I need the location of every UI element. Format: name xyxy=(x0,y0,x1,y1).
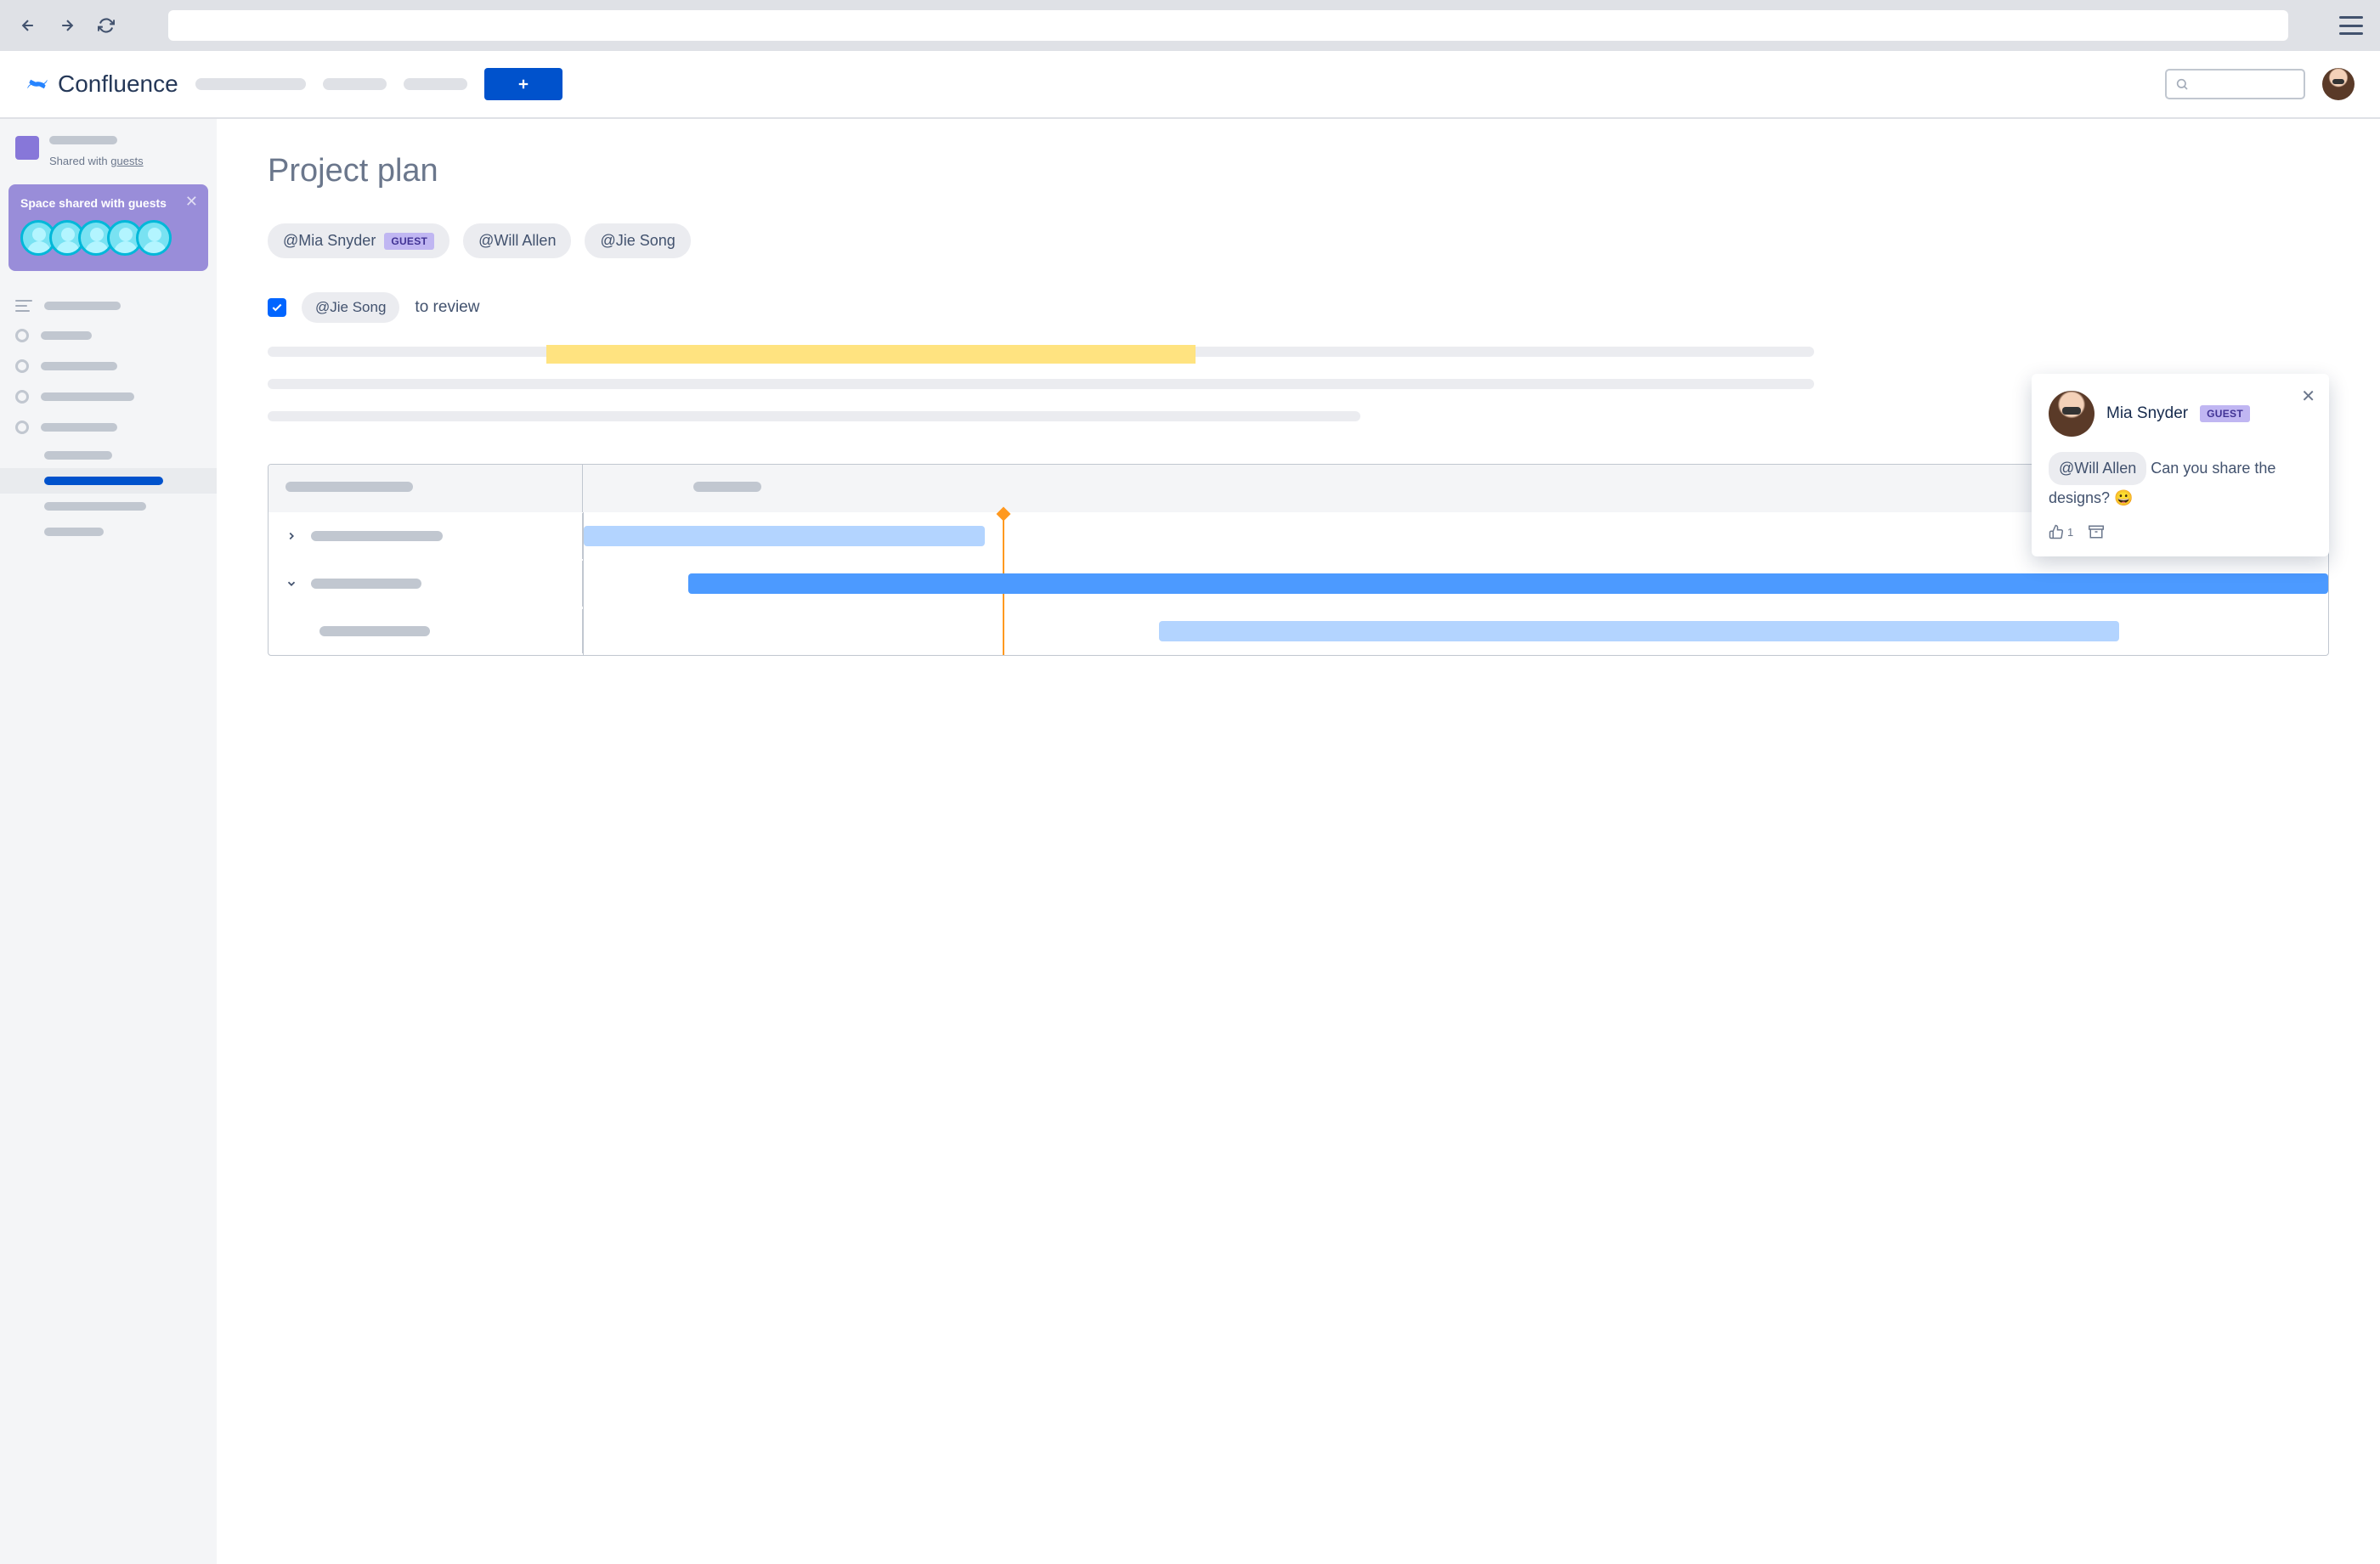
confluence-icon xyxy=(25,72,49,96)
close-icon[interactable]: ✕ xyxy=(185,193,198,211)
sidebar-item[interactable] xyxy=(15,351,201,381)
gantt-bar[interactable] xyxy=(584,526,985,546)
url-bar[interactable] xyxy=(168,10,2288,41)
chevron-down-icon[interactable] xyxy=(285,578,297,590)
gantt-bar[interactable] xyxy=(1159,621,2118,641)
page-title: Project plan xyxy=(268,153,2329,189)
guest-avatar[interactable] xyxy=(136,220,172,256)
confluence-logo[interactable]: Confluence xyxy=(25,71,178,98)
thumbs-up-icon xyxy=(2049,524,2064,539)
space-name xyxy=(49,136,117,144)
guest-panel: Space shared with guests ✕ xyxy=(8,184,208,271)
body-text xyxy=(268,347,2329,421)
mention-pill[interactable]: @Will Allen xyxy=(2049,452,2146,485)
comment-avatar[interactable] xyxy=(2049,391,2095,437)
sidebar-item[interactable] xyxy=(15,320,201,351)
text-highlight xyxy=(546,345,1196,364)
circle-icon xyxy=(15,390,29,404)
comment-popup: ✕ Mia Snyder GUEST @Will Allen Can you s… xyxy=(2032,374,2329,556)
comment-body: @Will Allen Can you share the designs? 😀 xyxy=(2049,452,2312,511)
create-button[interactable] xyxy=(484,68,562,100)
sidebar-child-item-active[interactable] xyxy=(0,468,217,494)
mention-pill[interactable]: @Jie Song xyxy=(302,292,399,323)
gantt-chart xyxy=(268,464,2329,656)
space-header: Shared with guests xyxy=(0,136,217,178)
back-button[interactable] xyxy=(17,14,39,37)
sidebar-child-item[interactable] xyxy=(15,443,201,468)
like-count: 1 xyxy=(2067,526,2073,539)
space-icon[interactable] xyxy=(15,136,39,160)
reload-button[interactable] xyxy=(95,14,117,37)
forward-button[interactable] xyxy=(56,14,78,37)
circle-icon xyxy=(15,359,29,373)
mention-row: @Mia Snyder GUEST @Will Allen @Jie Song xyxy=(268,223,2329,258)
shared-with-text: Shared with guests xyxy=(49,155,201,167)
user-avatar[interactable] xyxy=(2322,68,2355,100)
sidebar-item[interactable] xyxy=(15,291,201,320)
mention-pill[interactable]: @Will Allen xyxy=(463,223,571,258)
task-item: @Jie Song to review xyxy=(268,292,2329,323)
gantt-row[interactable] xyxy=(269,607,2328,655)
like-button[interactable]: 1 xyxy=(2049,524,2073,539)
guest-avatars xyxy=(20,220,196,256)
sidebar-child-item[interactable] xyxy=(15,519,201,545)
gantt-row[interactable] xyxy=(269,512,2328,560)
browser-chrome xyxy=(0,0,2380,51)
comment-author: Mia Snyder xyxy=(2106,404,2188,423)
checkbox-checked[interactable] xyxy=(268,298,286,317)
guest-panel-title: Space shared with guests xyxy=(20,196,196,210)
chevron-right-icon[interactable] xyxy=(285,530,297,542)
mention-pill[interactable]: @Mia Snyder GUEST xyxy=(268,223,449,258)
close-icon[interactable]: ✕ xyxy=(2301,386,2315,407)
gantt-row[interactable] xyxy=(269,560,2328,607)
search-input[interactable] xyxy=(2165,69,2305,99)
nav-item[interactable] xyxy=(323,78,387,90)
sidebar: Shared with guests Space shared with gue… xyxy=(0,119,217,1564)
gantt-bar[interactable] xyxy=(688,573,2328,594)
sidebar-child-item[interactable] xyxy=(15,494,201,519)
task-text: to review xyxy=(415,298,479,317)
guest-badge: GUEST xyxy=(2200,405,2250,422)
app-name: Confluence xyxy=(58,71,178,98)
page-content: Project plan @Mia Snyder GUEST @Will All… xyxy=(217,119,2380,1564)
guests-link[interactable]: guests xyxy=(110,155,143,167)
sidebar-item[interactable] xyxy=(15,381,201,412)
circle-icon xyxy=(15,329,29,342)
app-header: Confluence xyxy=(0,51,2380,119)
overview-icon xyxy=(15,300,32,312)
search-icon xyxy=(2175,77,2189,91)
nav-item[interactable] xyxy=(404,78,467,90)
circle-icon xyxy=(15,421,29,434)
mention-pill[interactable]: @Jie Song xyxy=(585,223,690,258)
menu-icon[interactable] xyxy=(2339,16,2363,35)
sidebar-item[interactable] xyxy=(15,412,201,443)
archive-icon[interactable] xyxy=(2089,524,2104,539)
guest-badge: GUEST xyxy=(384,233,434,250)
nav-item[interactable] xyxy=(195,78,306,90)
